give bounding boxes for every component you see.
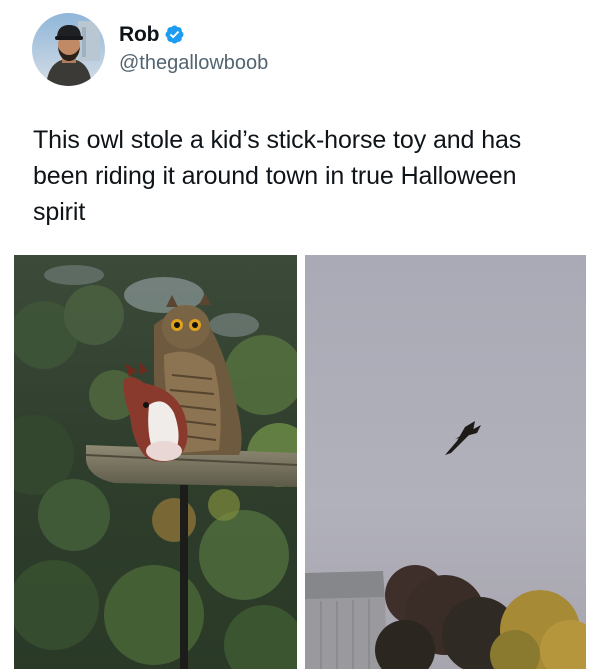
media-grid xyxy=(14,255,586,669)
author-names: Rob @thegallowboob xyxy=(119,20,268,75)
author-display-name[interactable]: Rob xyxy=(119,23,159,47)
author-handle[interactable]: @thegallowboob xyxy=(119,52,268,75)
tweet-post: Rob @thegallowboob This owl stole a kid’… xyxy=(0,0,600,669)
media-image-owl-perched[interactable] xyxy=(14,255,297,669)
avatar[interactable] xyxy=(32,12,105,86)
tweet-header: Rob @thegallowboob xyxy=(32,12,268,86)
media-image-owl-flying[interactable] xyxy=(305,255,586,669)
verified-badge-icon xyxy=(164,24,185,45)
tweet-text: This owl stole a kid’s stick-horse toy a… xyxy=(33,126,522,226)
name-row: Rob xyxy=(119,20,268,50)
